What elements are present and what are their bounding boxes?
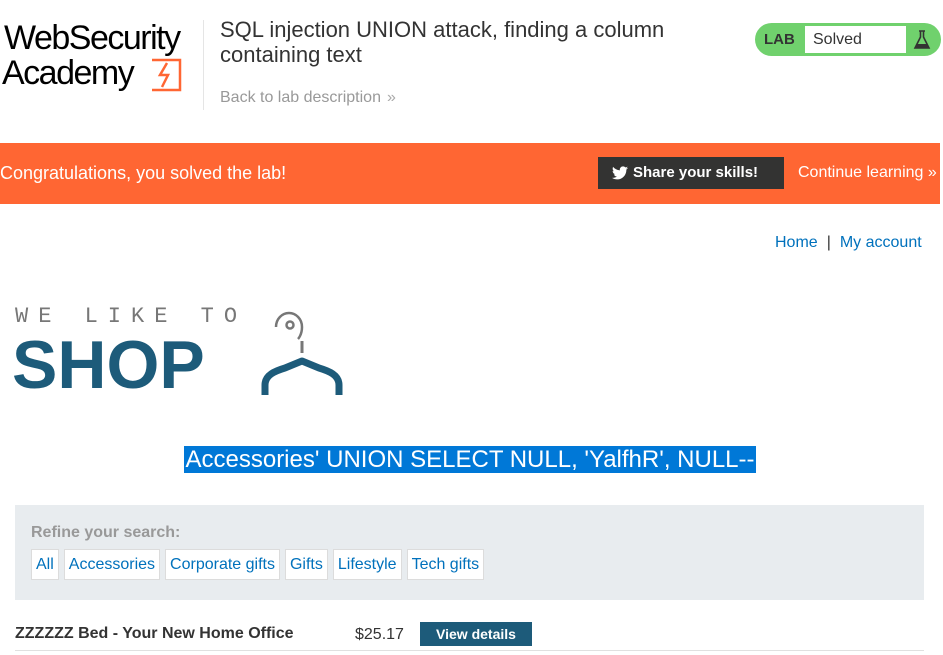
lab-tag: LAB (764, 31, 795, 48)
chevron-right-icon: » (386, 89, 396, 106)
lab-title: SQL injection UNION attack, finding a co… (220, 17, 665, 67)
chevron-right-icon: » (927, 164, 937, 181)
filter-tech-gifts[interactable]: Tech gifts (406, 549, 485, 580)
logo-text-line2: Academy (2, 54, 135, 92)
product-price: $25.17 (355, 626, 404, 643)
my-account-link[interactable]: My account (840, 234, 922, 251)
refine-label: Refine your search: (31, 524, 181, 541)
product-row: ZZZZZZ Bed - Your New Home Office $25.17… (15, 620, 924, 651)
filter-all[interactable]: All (31, 549, 59, 580)
view-details-button[interactable]: View details (420, 622, 532, 646)
home-link[interactable]: Home (775, 234, 818, 251)
shop-tagline: WE LIKE TO (15, 304, 248, 329)
web-security-academy-logo[interactable]: WebSecurity Academy (2, 18, 202, 98)
search-results-heading: Accessories' UNION SELECT NULL, 'YalfhR'… (0, 446, 940, 474)
continue-label: Continue learning (798, 164, 924, 181)
logo-text-line1: WebSecurity (4, 19, 181, 57)
lab-status-badge: LAB Solved (755, 23, 941, 56)
twitter-icon (612, 166, 628, 180)
filter-corporate-gifts[interactable]: Corporate gifts (165, 549, 280, 580)
flask-icon (913, 30, 931, 49)
top-nav: Home | My account (775, 234, 922, 252)
filter-gifts[interactable]: Gifts (284, 549, 328, 580)
back-to-lab-description-link[interactable]: Back to lab description » (220, 89, 396, 107)
solved-banner: Congratulations, you solved the lab! Sha… (0, 143, 940, 204)
nav-separator: | (826, 234, 831, 251)
share-your-skills-button[interactable]: Share your skills! (598, 157, 784, 189)
solved-message: Congratulations, you solved the lab! (0, 163, 287, 183)
share-label: Share your skills! (633, 164, 759, 181)
back-link-label: Back to lab description (220, 89, 381, 106)
continue-learning-link[interactable]: Continue learning » (798, 164, 937, 182)
shop-word: SHOP (12, 327, 205, 403)
header-divider (203, 20, 204, 110)
logo-mark-icon (152, 58, 182, 92)
lab-header: WebSecurity Academy SQL injection UNION … (0, 0, 943, 142)
filter-list: All Accessories Corporate gifts Gifts Li… (31, 549, 485, 580)
lab-status-text: Solved (805, 26, 906, 53)
filter-lifestyle[interactable]: Lifestyle (332, 549, 402, 580)
search-heading-text: Accessories' UNION SELECT NULL, 'YalfhR'… (184, 446, 756, 473)
filter-accessories[interactable]: Accessories (63, 549, 161, 580)
filter-panel: Refine your search: All Accessories Corp… (15, 505, 924, 600)
hanger-icon (261, 311, 343, 395)
shop-logo: WE LIKE TO SHOP (12, 300, 375, 403)
product-name: ZZZZZZ Bed - Your New Home Office (15, 625, 294, 642)
